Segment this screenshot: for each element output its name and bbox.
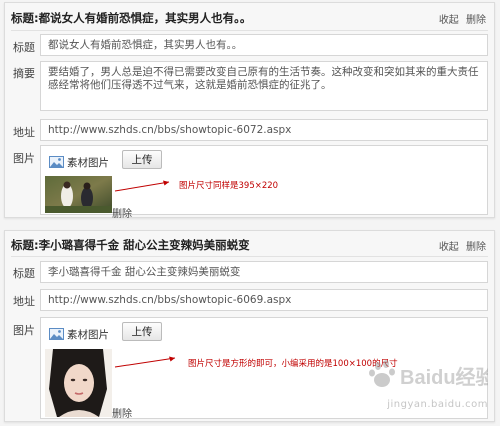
upload-button[interactable]: 上传 xyxy=(122,322,162,341)
image-icon xyxy=(49,328,64,340)
image-label: 图片 xyxy=(13,324,35,337)
image-label: 图片 xyxy=(13,152,35,165)
remove-image-link[interactable]: 删除 xyxy=(112,405,132,420)
remove-image-link[interactable]: 删除 xyxy=(112,205,132,220)
panel-title: 标题:李小璐喜得千金 甜心公主变辣妈美丽蜕变 xyxy=(11,238,250,252)
arrow-icon xyxy=(114,356,176,368)
address-label: 地址 xyxy=(13,295,35,308)
thumbnail-image xyxy=(45,176,112,213)
summary-textarea[interactable]: 要结婚了，男人总是迫不得已需要改变自己原有的生活节奏。这种改变和突如其来的重大责… xyxy=(40,61,488,111)
collapse-button[interactable]: 收起 xyxy=(439,15,459,26)
panel-actions: 收起 删除 xyxy=(435,238,486,253)
delete-panel-button[interactable]: 删除 xyxy=(466,15,486,26)
address-input[interactable]: http://www.szhds.cn/bbs/showtopic-6069.a… xyxy=(40,289,488,311)
image-box: 素材图片 上传 删除 图片尺寸同样是395×220 xyxy=(40,145,488,220)
summary-label: 摘要 xyxy=(13,67,35,80)
baidu-paw-icon: Baidu经验 xyxy=(369,360,488,389)
asset-image-link[interactable]: 素材图片 xyxy=(49,326,109,342)
address-input[interactable]: http://www.szhds.cn/bbs/showtopic-6072.a… xyxy=(40,119,488,141)
title-label: 标题 xyxy=(13,267,35,280)
title-input[interactable]: 李小璐喜得千金 甜心公主变辣妈美丽蜕变 xyxy=(40,261,488,283)
asset-image-label: 素材图片 xyxy=(67,156,109,169)
watermark-brand: Baidu经验 xyxy=(400,365,488,389)
watermark-url: jingyan.baidu.com xyxy=(387,399,488,410)
annotation-text: 图片尺寸同样是395×220 xyxy=(179,181,279,191)
panel-actions: 收起 删除 xyxy=(435,11,486,26)
divider xyxy=(11,30,488,31)
title-label: 标题 xyxy=(13,41,35,54)
panel-title: 标题:都说女人有婚前恐惧症，其实男人也有。。 xyxy=(11,11,252,25)
asset-image-link[interactable]: 素材图片 xyxy=(49,154,109,170)
thumbnail-image xyxy=(45,349,112,417)
upload-button[interactable]: 上传 xyxy=(122,150,162,169)
title-input[interactable]: 都说女人有婚前恐惧症，其实男人也有。。 xyxy=(40,34,488,56)
address-label: 地址 xyxy=(13,126,35,139)
panel-header: 标题:李小璐喜得千金 甜心公主变辣妈美丽蜕变 收起 删除 xyxy=(11,237,486,255)
divider xyxy=(11,256,488,257)
article-panel-1: 标题:都说女人有婚前恐惧症，其实男人也有。。 收起 删除 标题 都说女人有婚前恐… xyxy=(4,2,495,220)
delete-panel-button[interactable]: 删除 xyxy=(466,242,486,253)
panel-header: 标题:都说女人有婚前恐惧症，其实男人也有。。 收起 删除 xyxy=(11,10,486,28)
image-icon xyxy=(49,156,64,168)
asset-image-label: 素材图片 xyxy=(67,328,109,341)
baidu-watermark: Baidu经验 jingyan.baidu.com xyxy=(358,356,488,410)
collapse-button[interactable]: 收起 xyxy=(439,242,459,253)
arrow-icon xyxy=(114,180,170,192)
